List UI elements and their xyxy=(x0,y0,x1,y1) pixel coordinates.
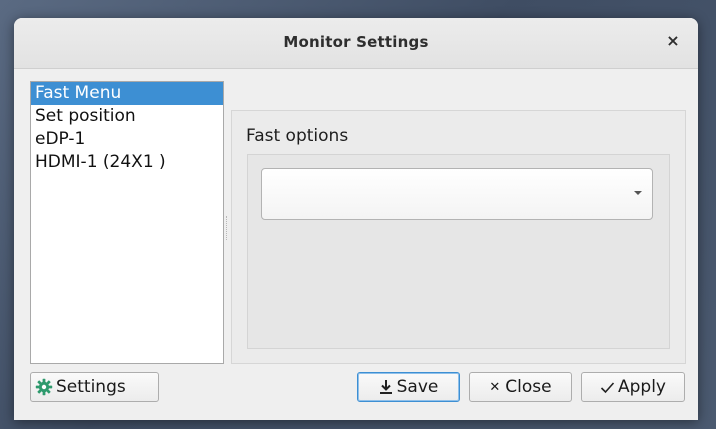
download-icon xyxy=(379,380,392,394)
apply-button[interactable]: Apply xyxy=(581,372,685,402)
list-item-fast-menu[interactable]: Fast Menu xyxy=(31,82,223,105)
save-button[interactable]: Save xyxy=(357,372,460,402)
title-bar[interactable]: Monitor Settings × xyxy=(14,18,698,69)
settings-button[interactable]: Settings xyxy=(30,372,159,402)
gear-icon xyxy=(35,378,53,396)
close-button[interactable]: ✕ Close xyxy=(469,372,572,402)
splitter-handle[interactable] xyxy=(226,216,229,240)
fast-options-group xyxy=(247,154,670,349)
chevron-down-icon xyxy=(634,191,642,195)
apply-button-label: Apply xyxy=(618,377,666,397)
list-item-set-position[interactable]: Set position xyxy=(31,105,223,128)
window-title: Monitor Settings xyxy=(283,33,429,51)
monitor-settings-dialog: Monitor Settings × Fast Menu Set positio… xyxy=(14,18,698,420)
fast-options-label: Fast options xyxy=(246,126,349,146)
list-item-edp-1[interactable]: eDP-1 xyxy=(31,128,223,151)
settings-button-label: Settings xyxy=(56,377,126,397)
options-panel: Fast options xyxy=(231,110,686,364)
monitor-list[interactable]: Fast Menu Set position eDP-1 HDMI-1 (24X… xyxy=(30,81,224,364)
list-item-hdmi-1[interactable]: HDMI-1 (24X1 ) xyxy=(31,151,223,174)
close-button-label: Close xyxy=(505,377,552,397)
fast-options-combobox[interactable] xyxy=(261,168,653,220)
save-button-label: Save xyxy=(396,377,439,397)
window-close-icon[interactable]: × xyxy=(664,32,682,50)
check-icon xyxy=(600,381,615,393)
close-icon: ✕ xyxy=(489,379,501,395)
